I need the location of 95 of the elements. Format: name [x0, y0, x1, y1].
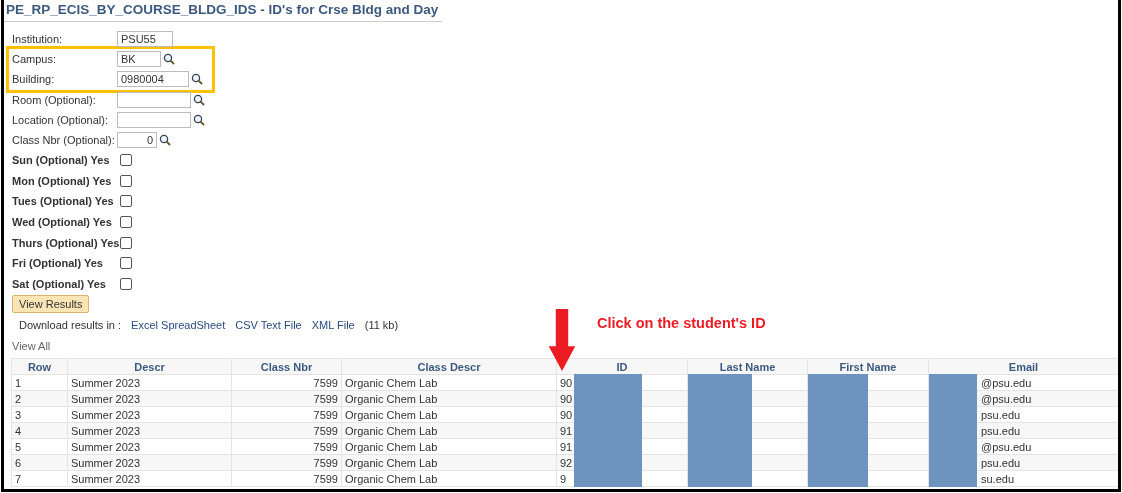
- checkbox[interactable]: [120, 257, 132, 270]
- table-cell: 7599: [313, 392, 338, 405]
- table-cell: 7599: [313, 424, 338, 437]
- column-header[interactable]: Last Name: [687, 358, 808, 375]
- table-cell[interactable]: 90: [560, 392, 573, 405]
- page-title: PE_RP_ECIS_BY_COURSE_BLDG_IDS - ID's for Crse Bldg and Day: [4, 0, 443, 22]
- table-cell[interactable]: 91: [560, 424, 573, 437]
- input-field[interactable]: [117, 112, 191, 128]
- table-cell: Organic Chem Lab: [345, 408, 438, 421]
- column-header[interactable]: Row: [11, 358, 68, 375]
- table-cell[interactable]: 92: [560, 456, 573, 469]
- annotation-text: Click on the student's ID: [597, 315, 766, 331]
- option-label: Mon (Optional) Yes: [12, 174, 113, 187]
- table-cell: psu.edu: [981, 408, 1021, 421]
- column-header[interactable]: First Name: [807, 358, 929, 375]
- table-cell: 7599: [313, 408, 338, 421]
- table-cell: 5: [15, 440, 22, 453]
- table-cell: su.edu: [981, 472, 1015, 485]
- checkbox[interactable]: [120, 195, 132, 208]
- download-label: Download results in :: [19, 319, 122, 332]
- field-label: Room (Optional):: [12, 94, 97, 106]
- field-label: Building:: [12, 73, 56, 85]
- table-cell: @psu.edu: [981, 392, 1032, 405]
- checkbox[interactable]: [120, 236, 132, 249]
- table-cell: Summer 2023: [71, 424, 141, 437]
- input-field[interactable]: BK: [117, 51, 161, 67]
- view-all-link[interactable]: View All: [12, 340, 51, 353]
- table-cell: 3: [15, 408, 22, 421]
- search-icon[interactable]: [159, 134, 171, 146]
- field-label: Location (Optional):: [12, 114, 109, 126]
- option-label: Sun (Optional) Yes: [12, 154, 111, 167]
- option-label: Sat (Optional) Yes: [12, 277, 107, 290]
- table-cell: Organic Chem Lab: [345, 424, 438, 437]
- search-icon[interactable]: [163, 53, 175, 65]
- table-cell: 2: [15, 392, 22, 405]
- table-cell: psu.edu: [981, 456, 1021, 469]
- table-cell: Summer 2023: [71, 456, 141, 469]
- input-field[interactable]: PSU55: [117, 31, 173, 47]
- checkbox[interactable]: [120, 154, 132, 167]
- table-cell: Summer 2023: [71, 440, 141, 453]
- table-cell: 1: [15, 376, 22, 389]
- field-label: Class Nbr (Optional):: [12, 134, 116, 146]
- input-field[interactable]: 0980004: [117, 71, 189, 87]
- checkbox[interactable]: [120, 277, 132, 290]
- field-label: Institution:: [12, 33, 64, 45]
- table-cell: psu.edu: [981, 424, 1021, 437]
- column-header[interactable]: Descr: [67, 358, 232, 375]
- checkbox[interactable]: [120, 216, 132, 229]
- input-field[interactable]: [117, 92, 191, 108]
- table-cell: Summer 2023: [71, 472, 141, 485]
- table-cell: 7599: [313, 376, 338, 389]
- file-size: (11 kb): [364, 319, 399, 332]
- table-cell: Summer 2023: [71, 408, 141, 421]
- table-cell: @psu.edu: [981, 376, 1032, 389]
- table-cell: Organic Chem Lab: [345, 392, 438, 405]
- redaction-block: [808, 470, 868, 488]
- option-label: Fri (Optional) Yes: [12, 257, 104, 270]
- checkbox[interactable]: [120, 174, 132, 187]
- table-cell: 7599: [313, 440, 338, 453]
- table-cell: 4: [15, 424, 22, 437]
- table-cell: Organic Chem Lab: [345, 472, 438, 485]
- table-cell: 7: [15, 472, 22, 485]
- column-header[interactable]: ID: [556, 358, 688, 375]
- table-cell: @psu.edu: [981, 440, 1032, 453]
- column-header[interactable]: Class Descr: [341, 358, 557, 375]
- table-cell: Organic Chem Lab: [345, 456, 438, 469]
- download-link[interactable]: Excel SpreadSheet: [131, 319, 226, 332]
- option-label: Thurs (Optional) Yes: [12, 236, 120, 249]
- search-icon[interactable]: [191, 73, 203, 85]
- table-cell: 7599: [313, 456, 338, 469]
- search-icon[interactable]: [193, 114, 205, 126]
- table-cell: 7599: [313, 472, 338, 485]
- download-link[interactable]: XML File: [311, 319, 355, 332]
- view-results-button[interactable]: View Results: [12, 295, 90, 314]
- column-header[interactable]: Email: [928, 358, 1118, 375]
- search-icon[interactable]: [193, 94, 205, 106]
- download-link[interactable]: CSV Text File: [235, 319, 302, 332]
- down-arrow-icon: [547, 309, 577, 371]
- table-cell[interactable]: 90: [560, 408, 573, 421]
- redaction-block: [574, 470, 642, 488]
- table-cell[interactable]: 9: [560, 472, 567, 485]
- table-cell[interactable]: 90: [560, 376, 573, 389]
- option-label: Tues (Optional) Yes: [12, 195, 115, 208]
- field-label: Campus:: [12, 53, 58, 65]
- redaction-block: [688, 470, 752, 488]
- option-label: Wed (Optional) Yes: [12, 216, 113, 229]
- table-cell: Summer 2023: [71, 376, 141, 389]
- table-cell: Organic Chem Lab: [345, 376, 438, 389]
- table-cell: Organic Chem Lab: [345, 440, 438, 453]
- redaction-block: [929, 470, 977, 488]
- table-cell: Summer 2023: [71, 392, 141, 405]
- column-header[interactable]: Class Nbr: [231, 358, 342, 375]
- input-field[interactable]: 0: [117, 132, 157, 148]
- table-cell[interactable]: 91: [560, 440, 573, 453]
- table-cell: 6: [15, 456, 22, 469]
